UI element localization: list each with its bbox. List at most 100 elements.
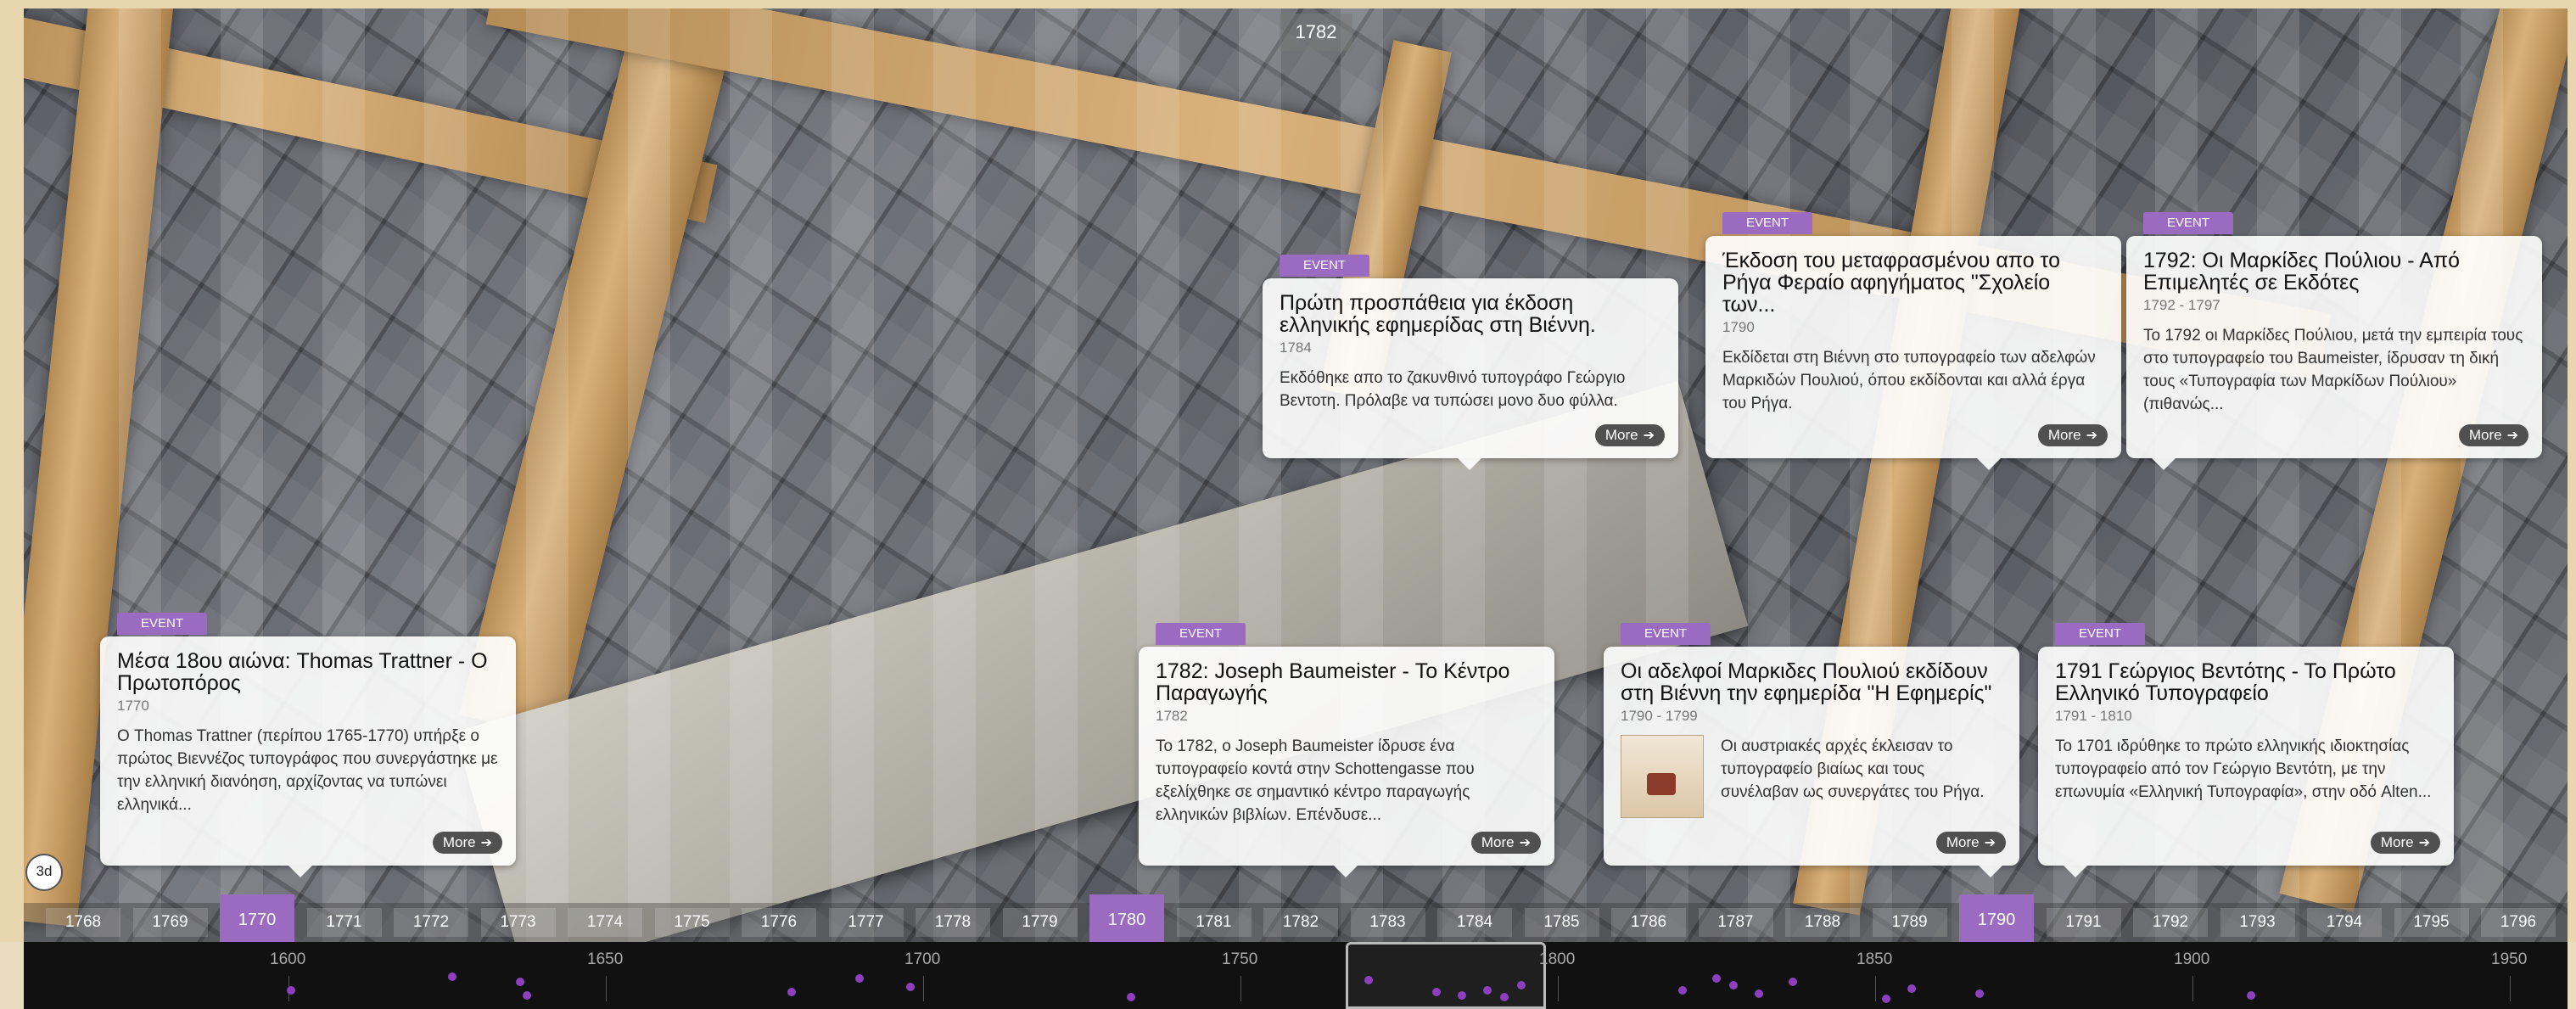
event-date: 1792 - 1797 bbox=[2143, 297, 2220, 313]
minimap-label-1850: 1850 bbox=[1856, 950, 1893, 968]
more-button[interactable]: More ➔ bbox=[1594, 424, 1665, 446]
year-marker-1782[interactable]: 1782 bbox=[1263, 908, 1338, 937]
year-marker-1789[interactable]: 1789 bbox=[1872, 908, 1947, 937]
event-card-efimeris[interactable]: EVENT Οι αδελφοί Μαρκιδες Πουλιού εκδίδο… bbox=[1604, 623, 2019, 877]
frame-right-border bbox=[2568, 0, 2576, 942]
year-marker-1780[interactable]: 1780 bbox=[1089, 894, 1164, 942]
minimap-tick bbox=[1875, 976, 1876, 1001]
year-marker-1791[interactable]: 1791 bbox=[2046, 908, 2121, 937]
year-marker-1795[interactable]: 1795 bbox=[2394, 908, 2469, 937]
current-year-indicator: 1782 bbox=[1280, 14, 1352, 51]
minimap-event-dot bbox=[1517, 981, 1526, 989]
year-marker-1771[interactable]: 1771 bbox=[306, 908, 382, 937]
year-marker-1794[interactable]: 1794 bbox=[2307, 908, 2382, 937]
more-button[interactable]: More ➔ bbox=[432, 832, 502, 854]
event-title: Οι αδελφοί Μαρκιδες Πουλιού εκδίδουν στη… bbox=[1621, 659, 1992, 705]
year-marker-1796[interactable]: 1796 bbox=[2481, 908, 2556, 937]
year-marker-1783[interactable]: 1783 bbox=[1350, 908, 1425, 937]
event-title: Έκδοση του μεταφρασμένου απο το Ρήγα Φερ… bbox=[1722, 249, 2060, 317]
year-marker-1788[interactable]: 1788 bbox=[1785, 908, 1860, 937]
event-card-trattner[interactable]: EVENT Μέσα 18ου αιώνα: Thomas Trattner -… bbox=[100, 613, 516, 877]
event-tag: EVENT bbox=[1722, 212, 1813, 234]
event-tag: EVENT bbox=[1280, 255, 1370, 277]
event-description: Το 1792 οι Μαρκίδες Πούλιου, μετά την εμ… bbox=[2143, 327, 2523, 413]
minimap-viewport-handle[interactable] bbox=[1346, 942, 1546, 1009]
more-button[interactable]: More ➔ bbox=[1935, 832, 2006, 854]
minimap-event-dot bbox=[1127, 993, 1135, 1001]
arrow-right-icon: ➔ bbox=[1643, 429, 1655, 443]
event-title: Μέσα 18ου αιώνα: Thomas Trattner - Ο Πρω… bbox=[117, 649, 488, 695]
year-marker-1777[interactable]: 1777 bbox=[828, 908, 904, 937]
event-card-markides-publishers[interactable]: EVENT 1792: Οι Μαρκίδες Πούλιου - Από Επ… bbox=[2126, 212, 2542, 470]
event-tag: EVENT bbox=[117, 613, 208, 635]
minimap-event-dot bbox=[1432, 988, 1441, 996]
more-button[interactable]: More ➔ bbox=[2458, 424, 2528, 446]
minimap-label-1900: 1900 bbox=[2174, 950, 2210, 968]
event-title: Πρώτη προσπάθεια για έκδοση ελληνικής εφ… bbox=[1280, 291, 1596, 337]
minimap-event-dot bbox=[1678, 986, 1687, 995]
year-marker-1770[interactable]: 1770 bbox=[220, 894, 294, 942]
arrow-right-icon: ➔ bbox=[2506, 429, 2518, 443]
minimap-event-dot bbox=[1483, 986, 1492, 995]
minimap-event-dot bbox=[787, 988, 796, 996]
year-marker-1787[interactable]: 1787 bbox=[1698, 908, 1773, 937]
year-marker-1775[interactable]: 1775 bbox=[654, 908, 730, 937]
frame-top-border bbox=[0, 0, 2576, 8]
minimap-event-dot bbox=[855, 974, 864, 983]
event-card-baumeister[interactable]: EVENT 1782: Joseph Baumeister - Το Κέντρ… bbox=[1139, 623, 1554, 877]
event-description: Οι αυστριακές αρχές έκλεισαν το τυπογραφ… bbox=[1621, 735, 2002, 818]
event-date: 1784 bbox=[1280, 339, 1312, 356]
card-pointer bbox=[288, 866, 312, 877]
more-button[interactable]: More ➔ bbox=[2037, 424, 2108, 446]
minimap-event-dot bbox=[1975, 989, 1984, 998]
minimap-label-1650: 1650 bbox=[587, 950, 624, 968]
year-marker-1786[interactable]: 1786 bbox=[1611, 908, 1686, 937]
year-marker-1778[interactable]: 1778 bbox=[916, 908, 990, 937]
arrow-right-icon: ➔ bbox=[2086, 429, 2097, 443]
event-description: Εκδίδεται στη Βιέννη στο τυπογραφείο των… bbox=[1722, 349, 2096, 412]
year-marker-1772[interactable]: 1772 bbox=[394, 908, 468, 937]
year-marker-1774[interactable]: 1774 bbox=[568, 908, 642, 937]
3d-view-toggle[interactable]: 3d bbox=[25, 854, 63, 891]
minimap-event-dot bbox=[1882, 995, 1890, 1003]
card-pointer bbox=[1979, 866, 2002, 877]
minimap-event-dot bbox=[2247, 991, 2255, 1000]
year-marker-1781[interactable]: 1781 bbox=[1176, 908, 1252, 937]
more-button[interactable]: More ➔ bbox=[2370, 832, 2440, 854]
event-description: Εκδόθηκε απο το ζακυνθινό τυπογράφο Γεώρ… bbox=[1280, 369, 1626, 410]
event-tag: EVENT bbox=[1156, 623, 1246, 645]
year-marker-1790[interactable]: 1790 bbox=[1959, 894, 2034, 942]
minimap-event-dot bbox=[1907, 984, 1916, 993]
year-marker-1793[interactable]: 1793 bbox=[2220, 908, 2295, 937]
year-marker-1779[interactable]: 1779 bbox=[1002, 908, 1078, 937]
minimap-event-dot bbox=[1789, 978, 1797, 986]
arrow-right-icon: ➔ bbox=[2418, 836, 2430, 850]
minimap-label-1750: 1750 bbox=[1222, 950, 1258, 968]
event-title: 1782: Joseph Baumeister - Το Κέντρο Παρα… bbox=[1156, 659, 1510, 705]
year-marker-1773[interactable]: 1773 bbox=[480, 908, 556, 937]
minimap-tick bbox=[1558, 976, 1559, 1001]
event-tag: EVENT bbox=[2143, 212, 2234, 234]
year-marker-1769[interactable]: 1769 bbox=[132, 908, 208, 937]
timeline-minimap[interactable]: 1600 1650 1700 1750 1800 1850 1900 1950 bbox=[24, 942, 2568, 1009]
event-date: 1791 - 1810 bbox=[2055, 708, 2132, 724]
year-marker-1768[interactable]: 1768 bbox=[46, 908, 120, 937]
minimap-event-dot bbox=[1729, 981, 1738, 989]
minimap-event-dot bbox=[1712, 974, 1721, 983]
year-marker-1776[interactable]: 1776 bbox=[742, 908, 816, 937]
card-pointer bbox=[2152, 458, 2176, 470]
timeline-viewer: 1782 3d EVENT Μέσα 18ου αιώνα: Thomas Tr… bbox=[0, 0, 2576, 1009]
minimap-event-dot bbox=[906, 983, 915, 991]
year-marker-1792[interactable]: 1792 bbox=[2133, 908, 2208, 937]
event-card-ventotis[interactable]: EVENT 1791 Γεώργιος Βεντότης - Το Πρώτο … bbox=[2038, 623, 2454, 877]
minimap-tick bbox=[1240, 976, 1241, 1001]
frame-left-border bbox=[0, 0, 24, 942]
year-marker-1784[interactable]: 1784 bbox=[1437, 908, 1512, 937]
more-button[interactable]: More ➔ bbox=[1470, 832, 1541, 854]
event-card-first-newspaper[interactable]: EVENT Πρώτη προσπάθεια για έκδοση ελληνι… bbox=[1263, 255, 1678, 470]
minimap-tick bbox=[2510, 976, 2511, 1001]
event-tag: EVENT bbox=[2055, 623, 2146, 645]
year-ruler[interactable]: 1768 1769 1770 1771 1772 1773 1774 1775 1776 1777… bbox=[24, 894, 2568, 942]
event-card-rigas-school[interactable]: EVENT Έκδοση του μεταφρασμένου απο το Ρή… bbox=[1705, 212, 2121, 470]
year-marker-1785[interactable]: 1785 bbox=[1524, 908, 1599, 937]
